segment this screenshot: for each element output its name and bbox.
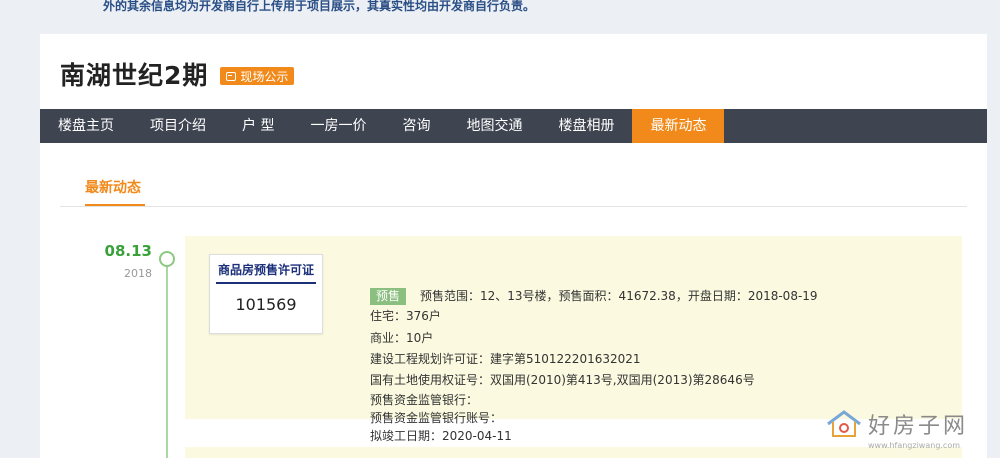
main-nav: 楼盘主页 项目介绍 户 型 一房一价 咨询 地图交通 楼盘相册 最新动态 — [40, 109, 987, 143]
divider — [60, 206, 967, 207]
title-area: 南湖世纪2期 现场公示 — [60, 56, 295, 92]
info-line: 预售资金监管银行账号： — [370, 411, 503, 425]
entry-year: 2018 — [124, 267, 152, 280]
nav-item-prices[interactable]: 一房一价 — [292, 109, 384, 143]
nav-item-news[interactable]: 最新动态 — [632, 109, 725, 143]
certificate-number: 101569 — [235, 295, 297, 314]
onsite-notice-badge[interactable]: 现场公示 — [220, 67, 295, 85]
info-text: 预售范围：12、13号楼，预售面积：41672.38，开盘日期：2018-08-… — [420, 289, 818, 303]
info-line: 商业：10户 — [370, 331, 434, 345]
info-line: 拟竣工日期：2020-04-11 — [370, 429, 512, 443]
info-line: 住宅：376户 — [370, 309, 441, 323]
chat-icon — [226, 71, 237, 81]
timeline-dot — [159, 251, 175, 267]
nav-item-album[interactable]: 楼盘相册 — [540, 109, 632, 143]
watermark-url: www.hfangziwang.com — [868, 441, 961, 450]
disclaimer-notice: 外的其余信息均为开发商自行上传用于项目展示，其真实性均由开发商自行负责。 — [103, 0, 536, 13]
presale-certificate[interactable]: 商品房预售许可证 101569 — [209, 254, 323, 334]
site-watermark: 好房子网 www.hfangziwang.com — [826, 408, 969, 450]
timeline-entry: 商品房预售许可证 101569 预售 预售范围：12、13号楼，预售面积：4167… — [185, 236, 962, 443]
certificate-title: 商品房预售许可证 — [216, 261, 316, 284]
nav-item-floorplans[interactable]: 户 型 — [224, 109, 292, 143]
tab-latest-news[interactable]: 最新动态 — [85, 177, 141, 197]
info-line: 建设工程规划许可证：建字第510122201632021 — [370, 352, 641, 366]
nav-item-intro[interactable]: 项目介绍 — [132, 109, 224, 143]
nav-item-map[interactable]: 地图交通 — [448, 109, 540, 143]
info-line: 预售资金监管银行： — [370, 393, 479, 407]
timeline-entry-next — [185, 447, 962, 458]
presale-tag: 预售 — [370, 288, 407, 305]
nav-item-home[interactable]: 楼盘主页 — [40, 109, 132, 143]
info-line: 国有土地使用权证号：双国用(2010)第413号,双国用(2013)第28646… — [370, 373, 755, 387]
badge-label: 现场公示 — [240, 69, 289, 84]
timeline-line — [166, 264, 168, 458]
nav-item-consult[interactable]: 咨询 — [384, 109, 448, 143]
project-card: 南湖世纪2期 现场公示 楼盘主页 项目介绍 户 型 一房一价 咨询 地图交通 楼… — [40, 34, 987, 458]
entry-date: 08.13 — [104, 242, 152, 260]
info-line: 预售 预售范围：12、13号楼，预售面积：41672.38，开盘日期：2018-0… — [370, 288, 818, 305]
house-logo-icon — [827, 410, 861, 437]
watermark-text: 好房子网 — [868, 414, 969, 439]
page-title: 南湖世纪2期 — [60, 61, 209, 90]
